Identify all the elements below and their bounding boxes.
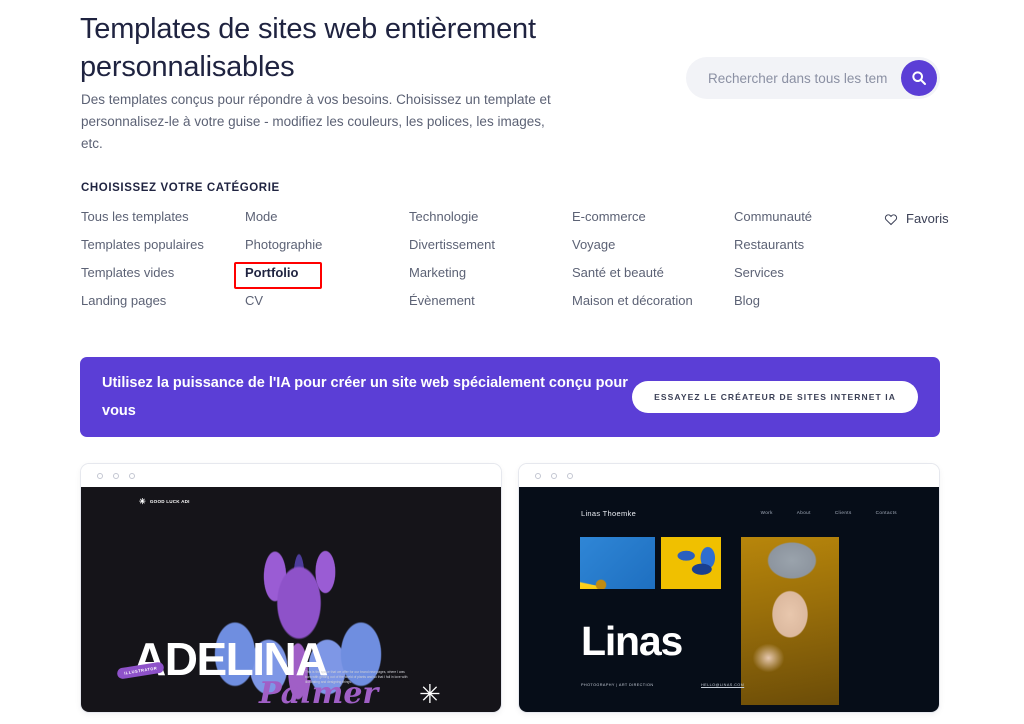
sparkle-icon: ✳ bbox=[139, 498, 146, 506]
category-services[interactable]: Services bbox=[734, 266, 784, 280]
template-brand-linas: Linas Thoemke bbox=[581, 509, 636, 518]
window-dot-3 bbox=[567, 473, 573, 479]
category-photographie[interactable]: Photographie bbox=[245, 238, 322, 252]
favorites-label: Favoris bbox=[906, 211, 949, 226]
category-technologie[interactable]: Technologie bbox=[409, 210, 478, 224]
ai-banner-text: Utilisez la puissance de l'IA pour créer… bbox=[102, 369, 632, 425]
category-maison-et-decoration[interactable]: Maison et décoration bbox=[572, 294, 693, 308]
template-title-linas: Linas bbox=[581, 621, 682, 662]
butterfly-photo bbox=[661, 537, 721, 589]
template-paragraph: This is the space that we offer for our … bbox=[305, 670, 409, 686]
favorites-link[interactable]: Favoris bbox=[884, 211, 949, 226]
category-restaurants[interactable]: Restaurants bbox=[734, 238, 804, 252]
flower-photo bbox=[580, 537, 655, 589]
card-window-chrome bbox=[519, 464, 939, 487]
template-nav-about: About bbox=[797, 510, 811, 515]
search-bar[interactable] bbox=[686, 57, 940, 99]
window-dot-2 bbox=[551, 473, 557, 479]
page-title: Templates de sites web entièrement perso… bbox=[80, 10, 640, 86]
category-tous-les-templates[interactable]: Tous les templates bbox=[81, 210, 189, 224]
search-input[interactable] bbox=[686, 71, 901, 86]
ai-website-builder-button[interactable]: ESSAYEZ LE CRÉATEUR DE SITES INTERNET IA bbox=[632, 381, 918, 413]
category-templates-populaires[interactable]: Templates populaires bbox=[81, 238, 204, 252]
category-blog[interactable]: Blog bbox=[734, 294, 760, 308]
template-meta: PHOTOGRAPHY | ART DIRECTION bbox=[581, 683, 653, 687]
category-evenement[interactable]: Évènement bbox=[409, 294, 475, 308]
page-subtitle: Des templates conçus pour répondre à vos… bbox=[81, 89, 551, 155]
window-dot-2 bbox=[113, 473, 119, 479]
category-templates-vides[interactable]: Templates vides bbox=[81, 266, 174, 280]
category-communaute[interactable]: Communauté bbox=[734, 210, 812, 224]
template-nav: Work About Clients Contacts bbox=[761, 510, 897, 515]
category-heading: CHOISISSEZ VOTRE CATÉGORIE bbox=[81, 182, 280, 194]
category-e-commerce[interactable]: E-commerce bbox=[572, 210, 646, 224]
template-card-linas-thoemke[interactable]: Linas Thoemke Work About Clients Contact… bbox=[519, 464, 939, 712]
category-grid: Tous les templates Mode Technologie E-co… bbox=[81, 210, 961, 308]
templates-page: Templates de sites web entièrement perso… bbox=[0, 0, 1024, 724]
card-preview-adelina: ✳ GOOD LUCK ADI ADELINA ILLUSTRATOR Palm… bbox=[81, 487, 501, 712]
template-nav-contacts: Contacts bbox=[876, 510, 897, 515]
category-marketing[interactable]: Marketing bbox=[409, 266, 466, 280]
portrait-photo bbox=[741, 537, 839, 705]
heart-icon bbox=[884, 212, 898, 226]
window-dot-3 bbox=[129, 473, 135, 479]
category-landing-pages[interactable]: Landing pages bbox=[81, 294, 166, 308]
template-logo-good-luck-adi: ✳ GOOD LUCK ADI bbox=[139, 498, 190, 506]
template-nav-clients: Clients bbox=[835, 510, 852, 515]
category-cv[interactable]: CV bbox=[245, 294, 263, 308]
category-portfolio[interactable]: Portfolio bbox=[245, 266, 298, 280]
star-burst-icon: ✳ bbox=[419, 681, 441, 707]
ai-banner: Utilisez la puissance de l'IA pour créer… bbox=[80, 357, 940, 437]
template-email-link: HELLO@LINAS.COM bbox=[701, 683, 744, 687]
category-voyage[interactable]: Voyage bbox=[572, 238, 615, 252]
window-dot-1 bbox=[535, 473, 541, 479]
search-button[interactable] bbox=[901, 60, 937, 96]
category-sante-et-beaute[interactable]: Santé et beauté bbox=[572, 266, 664, 280]
window-dot-1 bbox=[97, 473, 103, 479]
card-window-chrome bbox=[81, 464, 501, 487]
category-divertissement[interactable]: Divertissement bbox=[409, 238, 495, 252]
template-nav-work: Work bbox=[761, 510, 773, 515]
category-mode[interactable]: Mode bbox=[245, 210, 278, 224]
search-icon bbox=[911, 70, 927, 86]
template-card-adelina-palmer[interactable]: ✳ GOOD LUCK ADI ADELINA ILLUSTRATOR Palm… bbox=[81, 464, 501, 712]
card-preview-linas: Linas Thoemke Work About Clients Contact… bbox=[519, 487, 939, 712]
template-logo-label: GOOD LUCK ADI bbox=[150, 499, 190, 504]
